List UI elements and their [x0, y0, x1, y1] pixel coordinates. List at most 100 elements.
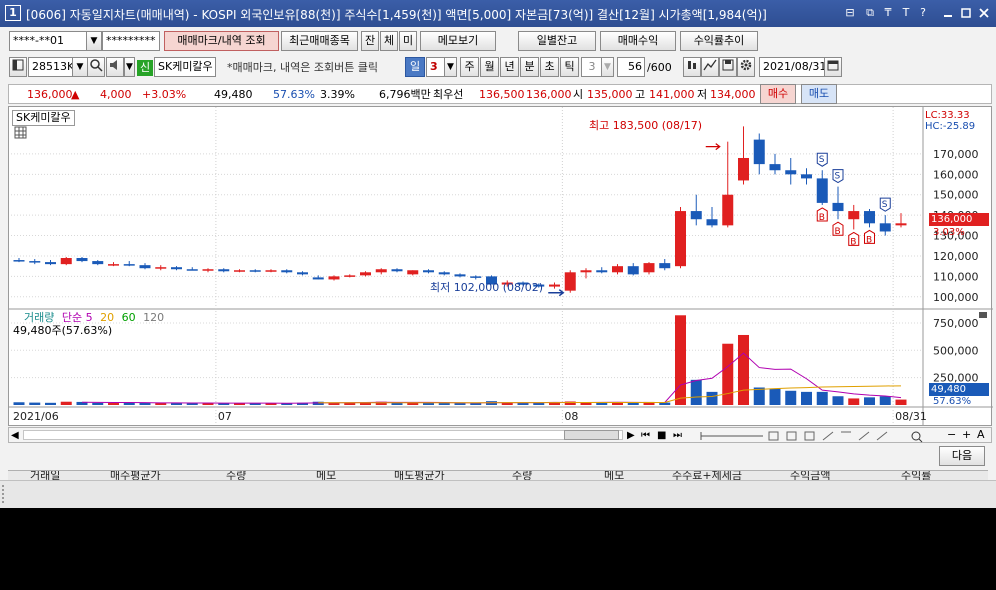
col-profit-rate[interactable]: 수익률 [901, 471, 931, 480]
candle-body [659, 263, 671, 269]
trade-profit-button[interactable]: 매매수익 [600, 31, 676, 51]
help-icon[interactable]: ? [915, 5, 931, 21]
period-tick-button[interactable]: 틱 [560, 57, 579, 77]
col-sell-memo[interactable]: 메모 [604, 471, 624, 480]
scroll-thumb[interactable] [564, 430, 619, 440]
volume-bar [186, 403, 198, 405]
candle-body [564, 272, 576, 291]
candle-body [281, 270, 293, 273]
volume-bar [627, 402, 639, 405]
toolbar-row-2: 28513K ▼ ▼ 신 SK케미칼우 *매매마크, 내역은 조회버튼 클릭 일… [0, 57, 996, 79]
volume-tick-label: 750,000 [933, 317, 979, 330]
candle-body [785, 170, 797, 175]
x-tick-label: 08/31 [895, 410, 927, 423]
pin-icon[interactable]: ₸ [880, 5, 896, 21]
col-profit[interactable]: 수익금액 [790, 471, 830, 480]
col-buy-qty[interactable]: 수량 [226, 471, 246, 480]
volume-bar [60, 401, 72, 405]
volume-bar [753, 387, 765, 405]
indicator-icon[interactable] [701, 57, 719, 77]
zoom-out-icon[interactable]: − [947, 428, 956, 442]
search-icon[interactable] [87, 57, 105, 77]
balance-button[interactable]: 잔 [361, 31, 379, 51]
tick-dropdown-icon[interactable]: ▼ [601, 57, 614, 77]
close-icon[interactable] [976, 5, 992, 21]
minimize-icon[interactable] [940, 5, 956, 21]
col-sell-qty[interactable]: 수량 [512, 471, 532, 480]
stock-code-field[interactable]: 28513K [28, 57, 74, 77]
volume-bar [690, 379, 702, 405]
period-day-button[interactable]: 일 [405, 57, 425, 77]
col-trade-date[interactable]: 거래일 [30, 471, 60, 480]
daily-balance-button[interactable]: 일별잔고 [518, 31, 596, 51]
x-tick-label: 08 [564, 410, 578, 423]
period-year-button[interactable]: 년 [500, 57, 519, 77]
title-bar[interactable]: 1 [0606] 자동일지차트(매매내역) - KOSPI 외국인보유[88(천… [0, 0, 996, 27]
memo-view-button[interactable]: 메모보기 [420, 31, 496, 51]
scroll-left-icon[interactable]: ◀ [11, 429, 19, 443]
drawing-tools-icon[interactable] [693, 429, 933, 443]
speaker-dropdown-icon[interactable]: ▼ [124, 57, 135, 77]
scroll-track[interactable] [23, 430, 623, 440]
period-minute-button[interactable]: 분 [520, 57, 539, 77]
gear-icon[interactable] [737, 57, 755, 77]
code-dropdown-icon[interactable]: ▼ [72, 57, 88, 77]
account-dropdown-icon[interactable]: ▼ [86, 31, 102, 51]
volume-bar [596, 402, 608, 405]
main-window: 1 [0606] 자동일지차트(매매내역) - KOSPI 외국인보유[88(천… [0, 0, 996, 508]
grip-icon[interactable] [2, 485, 6, 503]
link-icon[interactable]: ⊟ [842, 5, 858, 21]
period-dropdown-icon[interactable]: ▼ [444, 57, 457, 77]
col-buy-avg[interactable]: 매수평균가 [110, 471, 161, 480]
zoom-in-icon[interactable]: + [962, 428, 971, 442]
account-field[interactable]: ****-**01 [9, 31, 89, 51]
executed-button[interactable]: 체 [380, 31, 398, 51]
scroll-last-icon[interactable]: ⏭ [673, 429, 682, 443]
save-icon[interactable] [719, 57, 737, 77]
restore-window-icon[interactable]: ⧉ [862, 5, 878, 21]
volume-bar [738, 334, 749, 405]
volume-value: 49,480 [214, 88, 253, 101]
buy-button[interactable]: 매수 [760, 84, 796, 104]
col-buy-memo[interactable]: 메모 [316, 471, 336, 480]
volume-tick-label: 500,000 [933, 344, 979, 357]
font-size-icon[interactable]: T [898, 5, 914, 21]
trade-mark-query-button[interactable]: 매매마크/내역 조회 [164, 31, 279, 51]
buy-mark-label: B [819, 213, 825, 223]
recent-trades-button[interactable]: 최근매매종목 [281, 31, 358, 51]
chart-frame[interactable]: SBSBBBS 100,000110,000120,000130,000140,… [8, 106, 993, 427]
col-sell-avg[interactable]: 매도평균가 [394, 471, 445, 480]
chart-scroll-row[interactable]: ◀ ▶ ⏮ ■ ⏭ − + A [8, 427, 992, 443]
candle-body [801, 174, 812, 179]
profit-trend-button[interactable]: 수익률추이 [680, 31, 758, 51]
stop-icon[interactable]: ■ [657, 429, 666, 443]
maximize-icon[interactable] [958, 5, 974, 21]
calendar-icon[interactable] [824, 57, 842, 77]
period-value-field[interactable]: 3 [426, 57, 446, 77]
period-month-button[interactable]: 월 [480, 57, 499, 77]
stock-list-icon[interactable] [9, 57, 27, 77]
password-field[interactable]: ********* [102, 31, 160, 51]
tick-value-field[interactable]: 3 [581, 57, 603, 77]
candle-body [706, 219, 718, 226]
period-week-button[interactable]: 주 [460, 57, 479, 77]
period-second-button[interactable]: 초 [540, 57, 559, 77]
candle-body [171, 267, 182, 270]
speaker-icon[interactable] [106, 57, 124, 77]
candle-body [60, 258, 72, 265]
text-tool-icon[interactable]: A [977, 428, 985, 442]
candle-body [753, 139, 765, 165]
scroll-first-icon[interactable]: ⏮ [641, 429, 650, 443]
unfilled-button[interactable]: 미 [399, 31, 417, 51]
date-field[interactable]: 2021/08/31 [759, 57, 825, 77]
col-fee-tax[interactable]: 수수료+제세금 [672, 471, 742, 480]
next-button[interactable]: 다음 [939, 446, 985, 466]
stock-name-field: SK케미칼우 [154, 57, 216, 77]
scroll-right-icon[interactable]: ▶ [627, 429, 635, 443]
sell-button[interactable]: 매도 [801, 84, 837, 104]
candle-type-icon[interactable] [683, 57, 701, 77]
new-listing-badge: 신 [137, 60, 153, 76]
count-field[interactable]: 56 [617, 57, 645, 77]
chart-svg[interactable]: SBSBBBS 100,000110,000120,000130,000140,… [9, 107, 993, 427]
candle-body [895, 223, 907, 226]
